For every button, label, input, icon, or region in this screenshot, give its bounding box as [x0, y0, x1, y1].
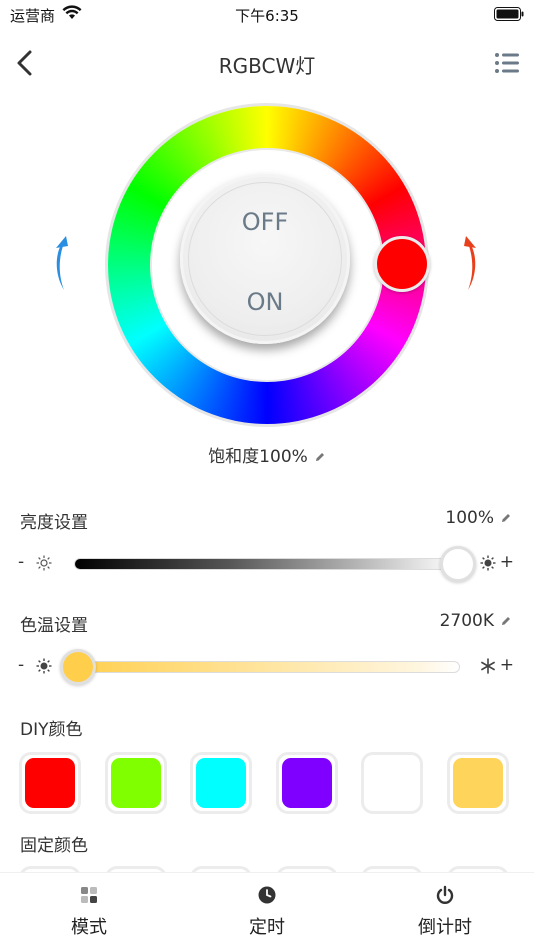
tab-timer[interactable]: 定时	[178, 873, 356, 950]
saturation-setting[interactable]: 饱和度100%	[0, 442, 534, 467]
saturation-label: 饱和度100%	[208, 447, 308, 467]
diy-color-swatch[interactable]	[190, 752, 252, 814]
brightness-label: 亮度设置	[20, 513, 88, 533]
tab-countdown[interactable]: 倒计时	[356, 873, 534, 950]
diy-color-swatch-fill	[367, 758, 417, 808]
brightness-plus[interactable]: +	[500, 552, 514, 572]
brightness-value[interactable]: 100%	[445, 508, 512, 528]
nav-bar: RGBCW灯	[0, 40, 534, 86]
status-time: 下午6:35	[235, 7, 299, 25]
color-picker-handle[interactable]	[374, 236, 430, 292]
diy-color-swatch[interactable]	[446, 752, 509, 814]
diy-color-swatches	[0, 752, 534, 816]
battery-icon	[494, 7, 524, 21]
rotate-left-icon[interactable]	[50, 234, 70, 294]
rotate-right-icon[interactable]	[462, 234, 482, 294]
color-temp-label: 色温设置	[20, 616, 88, 636]
sun-filled-icon	[480, 555, 496, 571]
grid-icon	[81, 887, 97, 903]
color-temp-value[interactable]: 2700K	[440, 611, 512, 631]
diy-color-swatch-fill	[196, 758, 246, 808]
brightness-slider-track[interactable]	[74, 558, 458, 570]
diy-color-swatch-fill	[281, 758, 332, 808]
clock-icon	[258, 886, 276, 904]
diy-color-swatch-fill	[110, 758, 161, 808]
color-temp-value-text: 2700K	[439, 611, 494, 631]
diy-color-swatch-fill	[25, 758, 75, 808]
pencil-icon[interactable]	[500, 615, 512, 627]
brightness-slider-row: - +	[0, 544, 534, 584]
sun-outline-icon	[36, 555, 52, 571]
list-icon	[495, 53, 519, 73]
on-label[interactable]: ON	[180, 288, 350, 316]
diy-color-swatch[interactable]	[104, 752, 167, 814]
tab-timer-label: 定时	[249, 917, 285, 938]
snowflake-icon	[481, 658, 495, 674]
power-icon	[436, 885, 454, 904]
diy-color-swatch[interactable]	[275, 752, 338, 814]
diy-color-swatch[interactable]	[361, 752, 423, 814]
power-button[interactable]: OFF ON	[180, 174, 350, 344]
diy-color-swatch[interactable]	[19, 752, 81, 814]
back-button[interactable]	[12, 46, 42, 80]
status-bar: 运营商 下午6:35	[0, 0, 534, 30]
off-label[interactable]: OFF	[180, 208, 350, 236]
brightness-minus[interactable]: -	[18, 552, 24, 572]
brightness-slider-thumb[interactable]	[440, 546, 476, 582]
tab-bar: 模式 定时 倒计时	[0, 872, 534, 950]
pencil-icon[interactable]	[500, 512, 512, 524]
tab-mode[interactable]: 模式	[0, 873, 178, 950]
pencil-icon[interactable]	[314, 451, 326, 463]
color-wheel[interactable]: OFF ON	[108, 106, 430, 424]
diy-color-swatch-fill	[452, 758, 503, 808]
menu-button[interactable]	[494, 50, 520, 76]
tab-countdown-label: 倒计时	[418, 917, 472, 938]
color-temp-minus[interactable]: -	[18, 655, 24, 675]
tab-mode-label: 模式	[71, 917, 107, 938]
fixed-colors-label: 固定颜色	[20, 836, 88, 856]
color-temp-plus[interactable]: +	[500, 655, 514, 675]
color-temp-slider-track[interactable]	[62, 661, 460, 673]
color-temp-slider-row: - +	[0, 647, 534, 687]
brightness-value-text: 100%	[445, 508, 494, 528]
diy-colors-label: DIY颜色	[20, 720, 83, 740]
color-temp-slider-thumb[interactable]	[60, 649, 96, 685]
sun-warm-icon	[36, 658, 52, 674]
page-title: RGBCW灯	[218, 54, 316, 78]
chevron-left-icon	[17, 50, 32, 76]
